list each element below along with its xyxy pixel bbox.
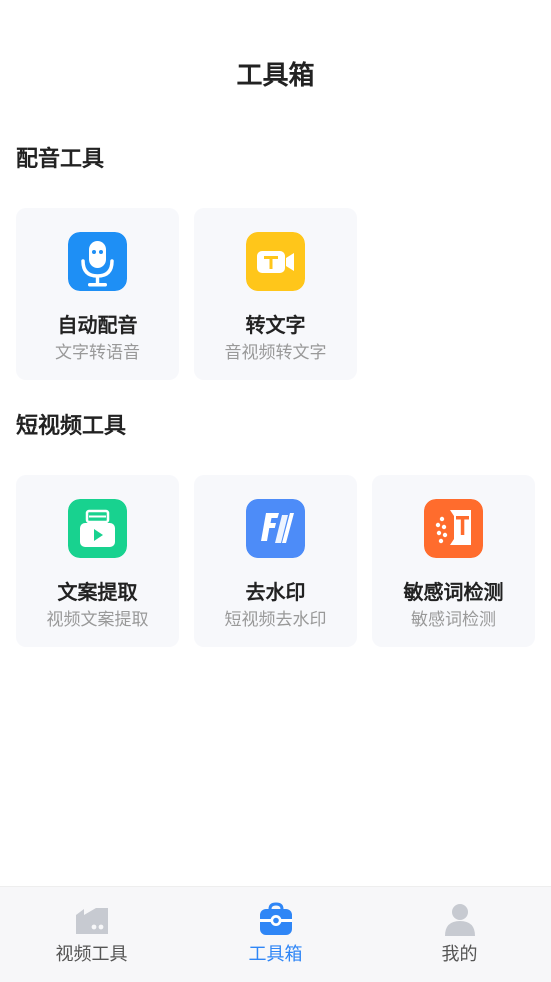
tool-card-subtitle: 视频文案提取 (46, 610, 149, 630)
tool-card-subtitle: 音视频转文字 (224, 343, 327, 363)
nav-item-video-tools[interactable]: 视频工具 (0, 887, 183, 982)
toolbox-icon (258, 901, 294, 937)
tool-card-speech-to-text[interactable]: 转文字 音视频转文字 (194, 208, 357, 380)
tool-card-title: 文案提取 (57, 580, 138, 604)
watermark-remove-icon (246, 499, 305, 558)
tool-card-auto-dubbing[interactable]: 自动配音 文字转语音 (16, 208, 179, 380)
tool-card-subtitle: 敏感词检测 (411, 610, 496, 630)
tool-card-title: 转文字 (245, 313, 306, 337)
nav-item-profile[interactable]: 我的 (368, 887, 551, 982)
tool-card-subtitle: 短视频去水印 (224, 610, 327, 630)
nav-label: 工具箱 (248, 944, 303, 965)
tool-card-title: 自动配音 (57, 313, 138, 337)
tool-card-title: 去水印 (245, 580, 306, 604)
tool-card-title: 敏感词检测 (403, 580, 504, 604)
nav-label: 我的 (441, 944, 478, 965)
section-title-dubbing: 配音工具 (16, 147, 105, 172)
page-title: 工具箱 (236, 61, 315, 91)
tool-card-subtitle: 文字转语音 (55, 343, 140, 363)
section-title-short-video: 短视频工具 (16, 414, 127, 439)
tool-card-copy-extract[interactable]: 文案提取 视频文案提取 (16, 475, 179, 647)
microphone-icon (68, 232, 127, 291)
tool-card-sensitive-word[interactable]: 敏感词检测 敏感词检测 (372, 475, 535, 647)
video-camera-icon (74, 901, 110, 937)
copy-extract-icon (68, 499, 127, 558)
tool-card-watermark-remove[interactable]: 去水印 短视频去水印 (194, 475, 357, 647)
sensitive-word-icon (424, 499, 483, 558)
nav-label: 视频工具 (55, 944, 128, 965)
bottom-nav: 视频工具 工具箱 我的 (0, 886, 551, 982)
video-to-text-icon (246, 232, 305, 291)
profile-icon (442, 901, 478, 937)
nav-item-toolbox[interactable]: 工具箱 (184, 887, 367, 982)
